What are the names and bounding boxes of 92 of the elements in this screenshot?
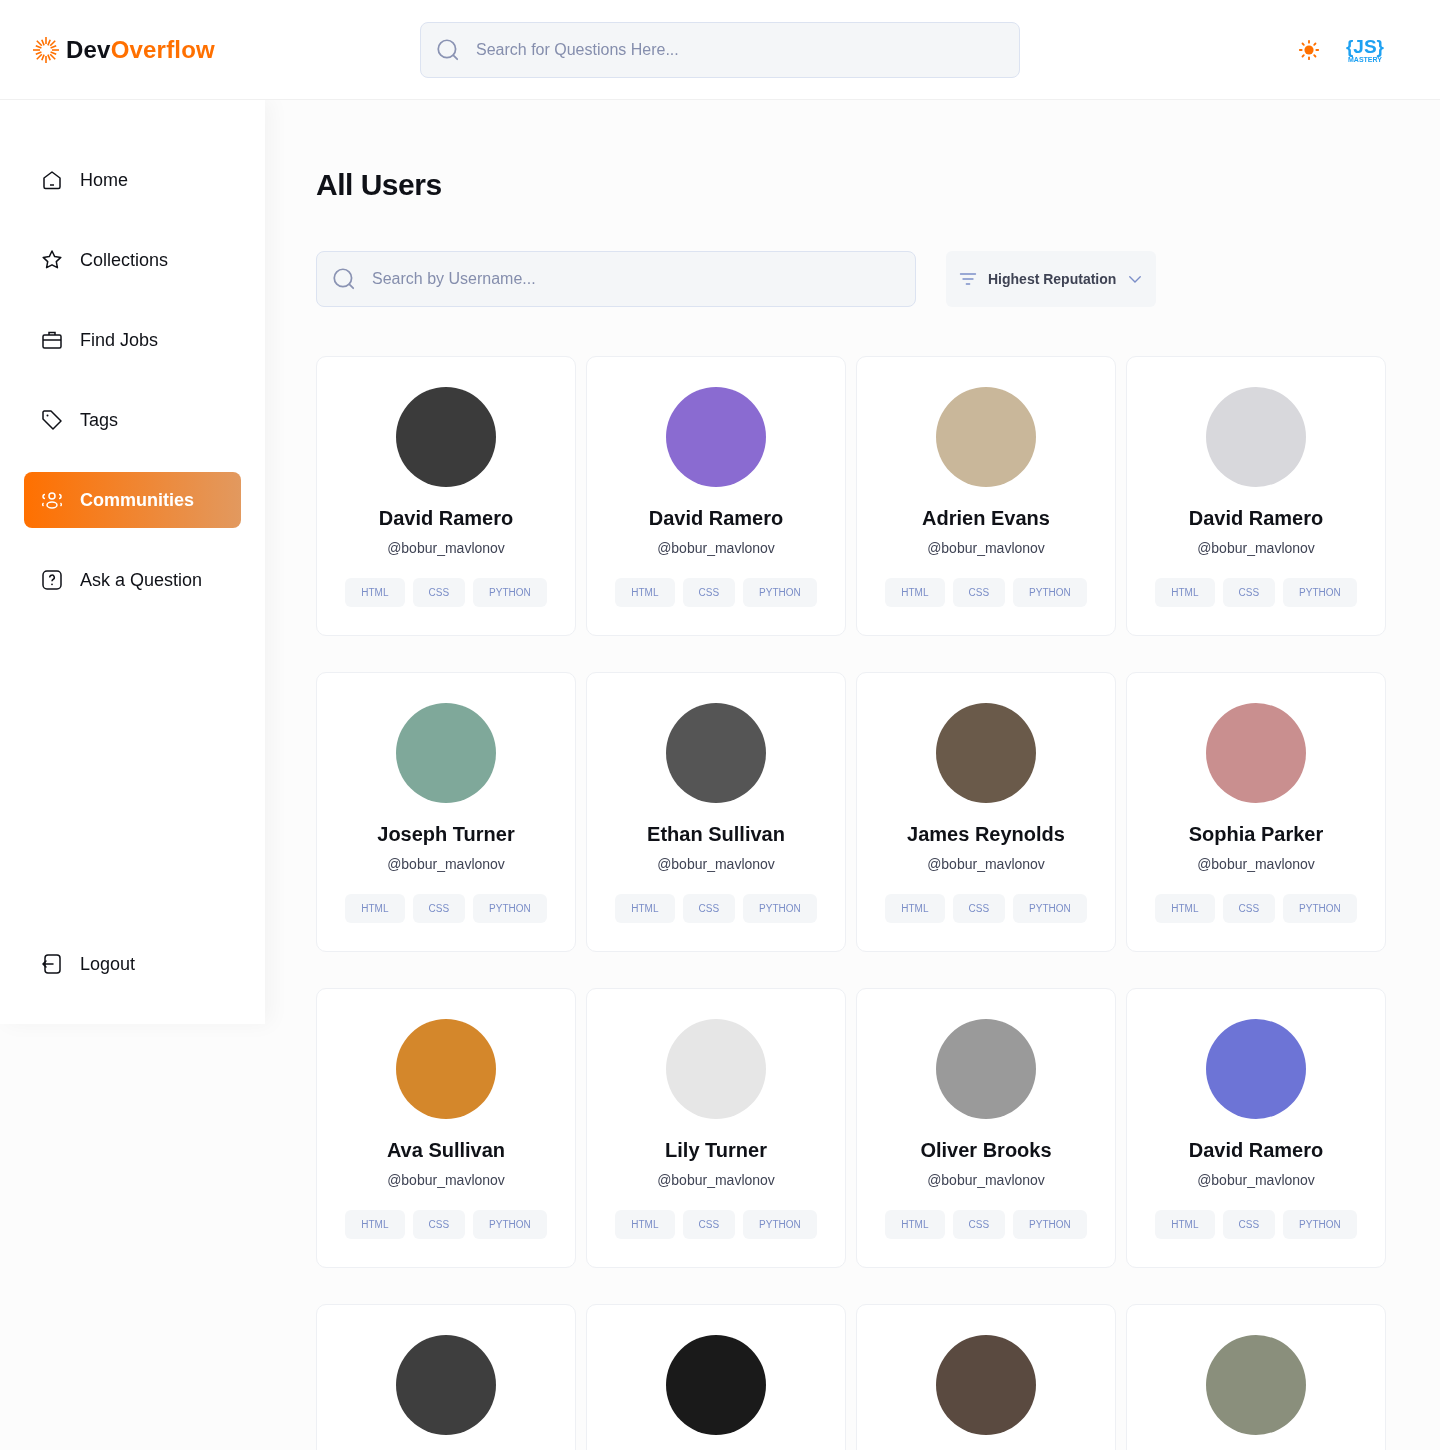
user-card[interactable]: David Ramero @bobur_mavlonov HTML CSS PYTHON [316,356,576,636]
tag-icon [40,408,64,432]
nav-item[interactable]: Ask a Question [24,552,241,608]
user-card[interactable]: Lily Turner @bobur_mavlonov HTML CSS PYTHON [586,988,846,1268]
tag[interactable]: PYTHON [473,894,547,923]
user-name: Adrien Evans [922,507,1050,530]
tag[interactable]: PYTHON [1283,578,1357,607]
username: @bobur_mavlonov [1197,1172,1315,1188]
user-name: James Reynolds [907,823,1065,846]
page-title: All Users [316,168,443,202]
tag[interactable]: HTML [615,894,675,923]
user-name: David Ramero [1188,1139,1324,1162]
user-card[interactable]: Adrien Evans @bobur_mavlonov HTML CSS PYTHON [856,356,1116,636]
tag[interactable]: PYTHON [473,578,547,607]
tag[interactable]: PYTHON [743,1210,817,1239]
username: @bobur_mavlonov [927,1172,1045,1188]
tag[interactable]: PYTHON [1013,1210,1087,1239]
username: @bobur_mavlonov [1197,856,1315,872]
logout-icon [40,952,64,976]
username: @bobur_mavlonov [387,1172,505,1188]
user-name: Ethan Sullivan [647,823,785,846]
nav-item[interactable]: Tags [24,392,241,448]
tag[interactable]: CSS [952,578,1006,607]
sun-icon[interactable] [1297,38,1320,61]
tag[interactable]: CSS [1222,1210,1276,1239]
user-name: David Ramero [648,507,784,530]
tag[interactable]: PYTHON [473,1210,547,1239]
tag[interactable]: CSS [682,894,736,923]
user-card[interactable]: Ava Sullivan @bobur_mavlonov HTML CSS PYTHON [316,988,576,1268]
tag[interactable]: HTML [1155,1210,1215,1239]
tag[interactable]: HTML [615,1210,675,1239]
user-card[interactable]: Sophia Parker @bobur_mavlonov HTML CSS PYTHON [1126,672,1386,952]
tag[interactable]: HTML [1155,894,1215,923]
tag[interactable]: CSS [412,578,466,607]
username: @bobur_mavlonov [387,540,505,556]
tag[interactable]: CSS [682,1210,736,1239]
sort-dropdown[interactable]: Highest Reputation [946,251,1157,307]
tag[interactable]: HTML [885,894,945,923]
nav-item[interactable]: Find Jobs [24,312,241,368]
tag[interactable]: CSS [412,1210,466,1239]
search-field[interactable]: Search by Username... [316,251,916,307]
search-field[interactable]: Search for Questions Here... [420,21,1020,78]
tag[interactable]: HTML [345,1210,405,1239]
username: @bobur_mavlonov [657,1172,775,1188]
nav-item[interactable]: Communities [24,472,241,528]
username: @bobur_mavlonov [927,540,1045,556]
username: @bobur_mavlonov [927,856,1045,872]
question-icon [40,568,64,592]
user-name: David Ramero [378,507,514,530]
tag[interactable]: CSS [952,1210,1006,1239]
user-card[interactable]: David Ramero @bobur_mavlonov HTML CSS PYTHON [1126,356,1386,636]
search-icon [435,36,461,63]
user-name: Lily Turner [665,1139,767,1162]
home-icon [40,168,64,192]
user-card[interactable]: Joseph Turner @bobur_mavlonov HTML CSS PYTHON [316,672,576,952]
tag[interactable]: CSS [682,578,736,607]
tag[interactable]: HTML [885,578,945,607]
tag[interactable]: CSS [1222,578,1276,607]
user-name: Sophia Parker [1188,823,1324,846]
search-icon [331,266,357,292]
username: @bobur_mavlonov [1197,540,1315,556]
tag[interactable]: CSS [412,894,466,923]
tag[interactable]: HTML [345,578,405,607]
tag[interactable]: PYTHON [1013,578,1087,607]
username: @bobur_mavlonov [657,540,775,556]
user-card[interactable]: Ethan Sullivan @bobur_mavlonov HTML CSS PYTHON [586,672,846,952]
username: @bobur_mavlonov [387,856,505,872]
tag[interactable]: HTML [885,1210,945,1239]
tag[interactable]: PYTHON [743,894,817,923]
tag[interactable]: HTML [615,578,675,607]
nav-item[interactable]: Home [24,152,241,208]
brand-mark: {JS} [1345,36,1384,56]
logout-button[interactable]: Logout [24,936,241,992]
user-card[interactable]: David Ramero @bobur_mavlonov HTML CSS PYTHON [1126,988,1386,1268]
user-card[interactable]: David Ramero @bobur_mavlonov HTML CSS PYTHON [586,356,846,636]
logo-text: DevOverflow [66,35,215,64]
nav-item[interactable]: Collections [24,232,241,288]
tag[interactable]: PYTHON [743,578,817,607]
user-name: Joseph Turner [377,823,515,846]
tag[interactable]: PYTHON [1013,894,1087,923]
user-card[interactable]: James Reynolds @bobur_mavlonov HTML CSS PYTHON [856,672,1116,952]
user-card[interactable]: Oliver Brooks @bobur_mavlonov HTML CSS PYTHON [856,988,1116,1268]
tag[interactable]: HTML [1155,578,1215,607]
tag[interactable]: CSS [1222,894,1276,923]
user-name: David Ramero [1188,507,1324,530]
tag[interactable]: PYTHON [1283,894,1357,923]
username: @bobur_mavlonov [657,856,775,872]
user-name: Ava Sullivan [386,1139,506,1162]
tag[interactable]: CSS [952,894,1006,923]
tag[interactable]: HTML [345,894,405,923]
user-name: Oliver Brooks [920,1139,1052,1162]
tag[interactable]: PYTHON [1283,1210,1357,1239]
